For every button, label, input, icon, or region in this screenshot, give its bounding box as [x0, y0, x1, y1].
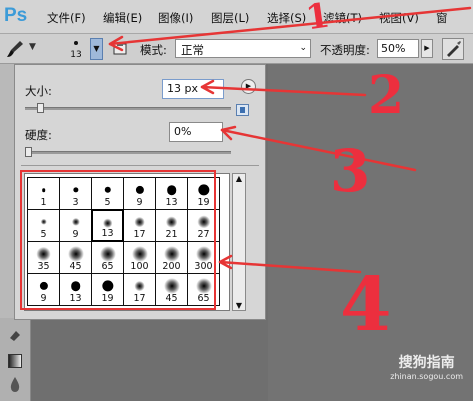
watermark-url: zhinan.sogou.com [390, 372, 463, 381]
annotation-label-1: 1 [303, 0, 333, 39]
brush-preset-cell[interactable]: 13 [91, 209, 124, 242]
annotation-label-2: 2 [368, 65, 405, 126]
annotation-arrows [108, 6, 472, 274]
watermark: 搜狗指南 zhinan.sogou.com [390, 352, 463, 381]
brush-tip-preview-icon [102, 218, 113, 228]
annotation-label-3: 3 [330, 137, 371, 205]
annotation-label-4: 4 [340, 262, 392, 348]
brush-preset-size-label: 13 [101, 228, 114, 239]
watermark-brand: 搜狗指南 [398, 355, 455, 371]
